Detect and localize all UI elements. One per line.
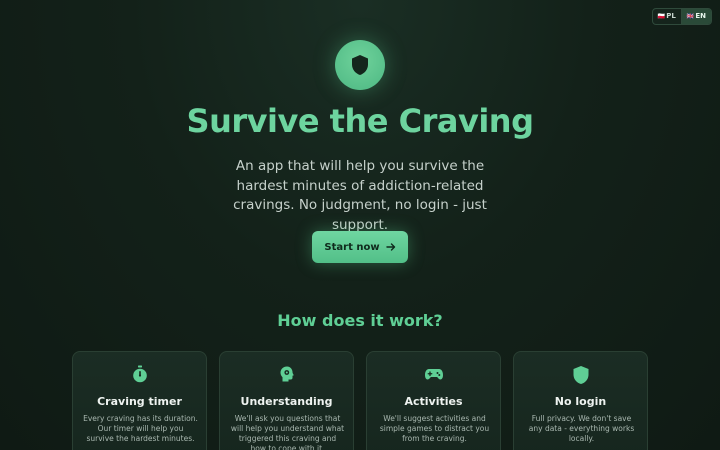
gamepad-icon [424,369,443,380]
language-switcher: 🇵🇱 PL 🇬🇧 EN [651,8,712,25]
hero-subtitle: An app that will help you survive the ha… [233,158,487,233]
feature-card-desc: We'll ask you questions that will help y… [230,414,345,450]
start-now-label: Start now [324,241,380,253]
shield-icon [573,366,588,384]
feature-card-no-login: No login Full privacy. We don't save any… [513,351,648,450]
shield-icon [352,55,368,75]
flag-en-icon: 🇬🇧 [686,12,695,20]
feature-card-timer: Craving timer Every craving has its dura… [72,351,207,450]
feature-card-title: Activities [404,395,463,408]
feature-card-desc: Full privacy. We don't save any data - e… [528,414,635,443]
feature-card-title: Understanding [240,395,333,408]
lang-en-label: EN [695,12,706,20]
lang-pl-button[interactable]: 🇵🇱 PL [653,9,681,24]
feature-card-title: Craving timer [97,395,182,408]
feature-card-understanding: Understanding We'll ask you questions th… [219,351,354,450]
feature-card-activities: Activities We'll suggest activities and … [366,351,501,450]
page-title: Survive the Craving [186,102,534,140]
arrow-right-icon [385,243,395,251]
lang-en-button[interactable]: 🇬🇧 EN [680,9,711,24]
feature-card-desc: Every craving has its duration. Our time… [83,414,198,443]
start-now-button[interactable]: Start now [312,231,408,263]
lang-pl-label: PL [666,12,676,20]
stopwatch-icon [132,365,147,383]
hero-shield-badge [335,40,385,90]
feature-card-title: No login [554,395,607,408]
head-gear-icon [280,366,294,382]
flag-pl-icon: 🇵🇱 [657,12,666,20]
feature-card-desc: We'll suggest activities and simple game… [379,414,490,443]
how-it-works-title: How does it work? [277,311,443,330]
